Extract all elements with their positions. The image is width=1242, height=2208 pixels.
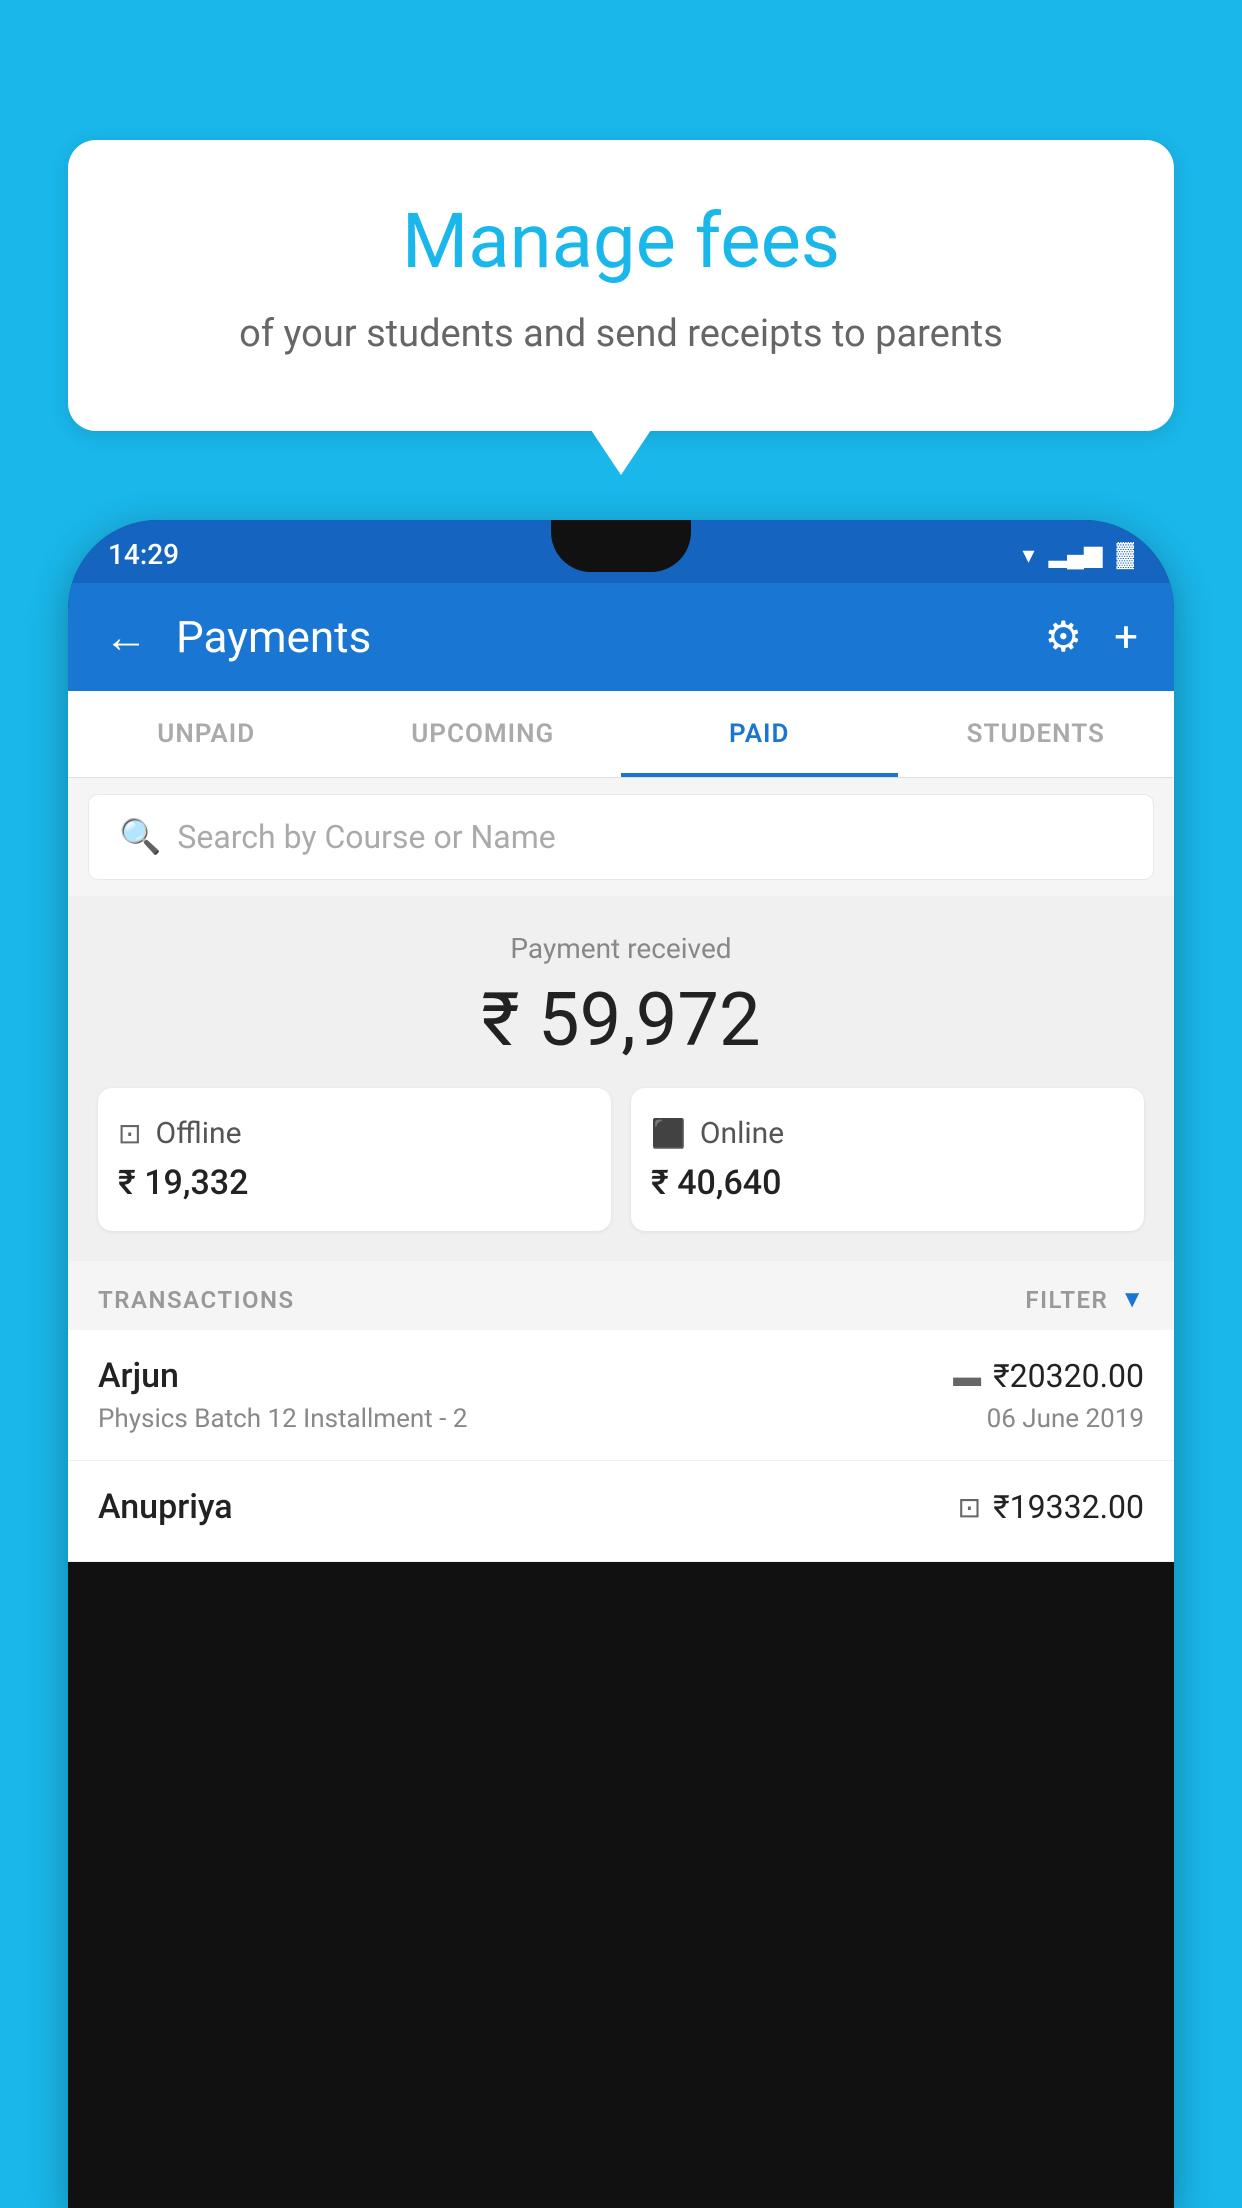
header-left: ← Payments: [104, 611, 371, 663]
phone-frame: 14:29 ▾ ▂▄▆ ▓ ← Payments ⚙ + UNPAID UPCO…: [68, 520, 1174, 2208]
transaction-row-top: Arjun ▬ ₹20320.00: [98, 1356, 1144, 1396]
search-icon: 🔍: [119, 817, 161, 857]
transaction-row-bottom: Physics Batch 12 Installment - 2 06 June…: [98, 1404, 1144, 1434]
tooltip-title: Manage fees: [118, 200, 1124, 284]
filter-label: FILTER: [1025, 1286, 1108, 1314]
transactions-header: TRANSACTIONS FILTER ▼: [68, 1261, 1174, 1330]
tab-students[interactable]: STUDENTS: [898, 691, 1175, 777]
tab-upcoming[interactable]: UPCOMING: [345, 691, 622, 777]
transactions-label: TRANSACTIONS: [98, 1286, 295, 1314]
offline-icon: ⊡: [118, 1117, 141, 1150]
status-time: 14:29: [108, 538, 179, 571]
tooltip-subtitle: of your students and send receipts to pa…: [118, 308, 1124, 361]
transaction-amount: ₹19332.00: [993, 1488, 1144, 1526]
status-icons: ▾ ▂▄▆ ▓: [1023, 540, 1134, 569]
status-bar: 14:29 ▾ ▂▄▆ ▓: [68, 520, 1174, 583]
filter-icon: ▼: [1120, 1285, 1144, 1314]
cash-icon: ⊡: [958, 1491, 981, 1524]
transaction-row-top: Anupriya ⊡ ₹19332.00: [98, 1487, 1144, 1527]
filter-wrap[interactable]: FILTER ▼: [1025, 1285, 1144, 1314]
search-bar[interactable]: 🔍 Search by Course or Name: [88, 794, 1154, 880]
header-right: ⚙ +: [1045, 612, 1139, 662]
table-row[interactable]: Anupriya ⊡ ₹19332.00: [68, 1461, 1174, 1562]
transaction-name: Anupriya: [98, 1487, 233, 1527]
phone-content: 🔍 Search by Course or Name Payment recei…: [68, 778, 1174, 1562]
tooltip-card: Manage fees of your students and send re…: [68, 140, 1174, 431]
payment-total-amount: ₹ 59,972: [98, 977, 1144, 1064]
tabs-bar: UNPAID UPCOMING PAID STUDENTS: [68, 691, 1174, 778]
app-header: ← Payments ⚙ +: [68, 583, 1174, 691]
online-label: Online: [700, 1116, 784, 1151]
battery-icon: ▓: [1117, 540, 1135, 569]
search-input[interactable]: Search by Course or Name: [177, 818, 555, 856]
phone-notch: [551, 520, 691, 572]
tab-paid[interactable]: PAID: [621, 691, 898, 777]
add-icon[interactable]: +: [1114, 613, 1138, 662]
transaction-amount-wrap: ▬ ₹20320.00: [953, 1357, 1144, 1395]
offline-label: Offline: [155, 1116, 241, 1151]
offline-payment-card: ⊡ Offline ₹ 19,332: [98, 1088, 611, 1231]
payment-cards: ⊡ Offline ₹ 19,332 ⬛ Online ₹ 40,640: [98, 1088, 1144, 1231]
transaction-date: 06 June 2019: [987, 1404, 1144, 1434]
online-card-header: ⬛ Online: [651, 1116, 1124, 1151]
offline-amount: ₹ 19,332: [118, 1163, 591, 1203]
online-icon: ⬛: [651, 1117, 686, 1150]
wifi-icon: ▾: [1023, 541, 1035, 569]
offline-card-header: ⊡ Offline: [118, 1116, 591, 1151]
transaction-name: Arjun: [98, 1356, 179, 1396]
card-icon: ▬: [953, 1360, 981, 1393]
transaction-amount: ₹20320.00: [993, 1357, 1144, 1395]
online-amount: ₹ 40,640: [651, 1163, 1124, 1203]
transaction-amount-wrap: ⊡ ₹19332.00: [958, 1488, 1144, 1526]
header-title: Payments: [176, 611, 371, 663]
transaction-course: Physics Batch 12 Installment - 2: [98, 1404, 467, 1434]
online-payment-card: ⬛ Online ₹ 40,640: [631, 1088, 1144, 1231]
back-button[interactable]: ←: [104, 611, 148, 663]
payment-summary: Payment received ₹ 59,972 ⊡ Offline ₹ 19…: [68, 896, 1174, 1261]
signal-icon: ▂▄▆: [1049, 540, 1103, 569]
payment-received-label: Payment received: [98, 932, 1144, 965]
table-row[interactable]: Arjun ▬ ₹20320.00 Physics Batch 12 Insta…: [68, 1330, 1174, 1461]
settings-icon[interactable]: ⚙: [1045, 612, 1083, 662]
tab-unpaid[interactable]: UNPAID: [68, 691, 345, 777]
